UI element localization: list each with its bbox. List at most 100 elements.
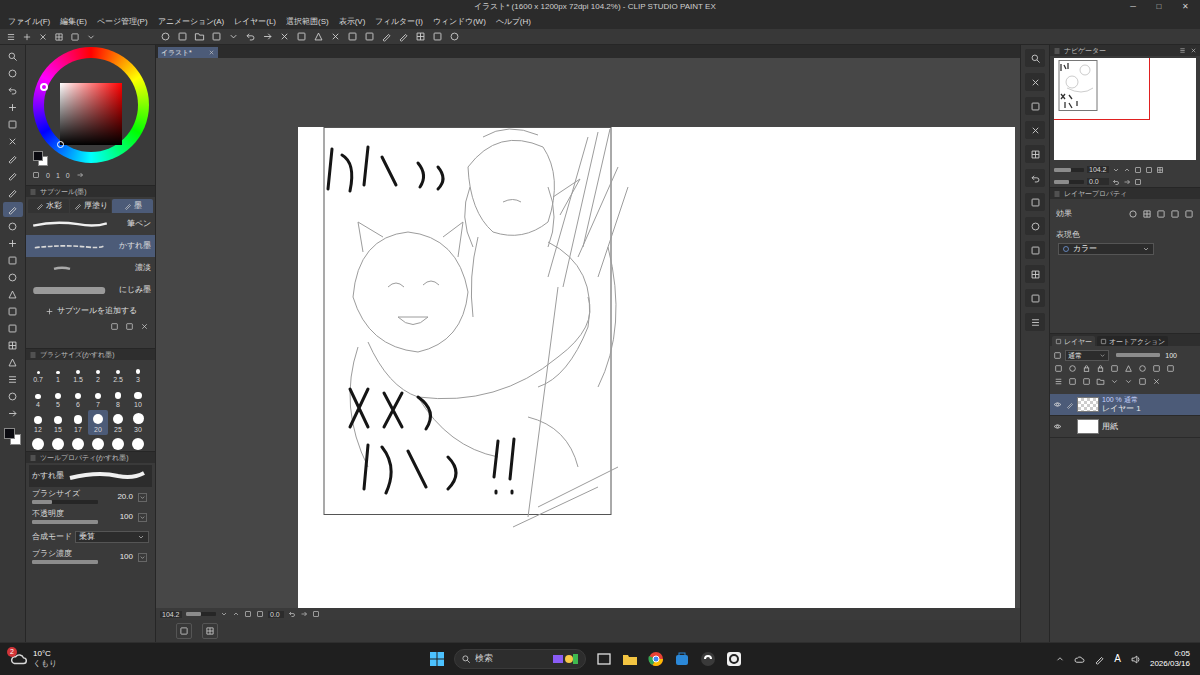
settings-icon[interactable] bbox=[70, 32, 80, 42]
brush-size-cell[interactable] bbox=[68, 435, 88, 451]
mask-icon[interactable] bbox=[1110, 364, 1119, 373]
palette-button[interactable] bbox=[1025, 289, 1045, 307]
tool-button[interactable] bbox=[3, 134, 23, 149]
delete-icon[interactable] bbox=[140, 322, 149, 331]
document-tab[interactable]: イラスト* bbox=[158, 47, 218, 58]
brush-size-cell[interactable]: 17 bbox=[68, 410, 88, 435]
clip-paint-icon[interactable] bbox=[726, 651, 742, 667]
tab-icon[interactable] bbox=[1055, 338, 1062, 345]
split-icon[interactable] bbox=[1030, 317, 1041, 328]
layer-name[interactable]: 用紙 bbox=[1102, 423, 1118, 431]
mask-add-icon[interactable] bbox=[1138, 377, 1147, 386]
menu-item[interactable]: ウィンドウ(W) bbox=[433, 18, 486, 26]
menu-item[interactable]: ページ管理(P) bbox=[97, 18, 148, 26]
brush-size-cell[interactable] bbox=[128, 435, 148, 451]
nav-actual-icon[interactable] bbox=[1145, 166, 1153, 174]
nav-zoom-out-icon[interactable] bbox=[1112, 166, 1120, 174]
color-chips-panel[interactable] bbox=[33, 151, 49, 167]
brush-size-cell[interactable]: 25 bbox=[108, 410, 128, 435]
tool-button[interactable] bbox=[3, 355, 23, 370]
tool-button[interactable] bbox=[3, 49, 23, 64]
menu-item[interactable]: 編集(E) bbox=[60, 18, 87, 26]
tool-button[interactable] bbox=[3, 406, 23, 421]
weather-widget[interactable]: 210°Cくもり bbox=[0, 650, 430, 668]
tool-button[interactable] bbox=[3, 219, 23, 234]
layer-color-icon[interactable] bbox=[1156, 209, 1166, 219]
save-icon[interactable] bbox=[211, 31, 222, 42]
border-effect-icon[interactable] bbox=[1128, 209, 1138, 219]
slider-track[interactable] bbox=[32, 520, 98, 524]
canvas-view[interactable] bbox=[156, 58, 1020, 608]
history-icon[interactable] bbox=[1030, 173, 1041, 184]
undo-icon[interactable] bbox=[245, 31, 256, 42]
ref-icon[interactable] bbox=[1068, 364, 1077, 373]
flip-icon[interactable] bbox=[312, 610, 320, 618]
menu-item[interactable]: アニメーション(A) bbox=[158, 18, 225, 26]
subtool-group-tab[interactable]: 水彩 bbox=[28, 199, 69, 213]
window-control-button[interactable]: ─ bbox=[1128, 3, 1138, 11]
brush-size-cell[interactable]: 12 bbox=[28, 410, 48, 435]
magic-wand-icon[interactable] bbox=[7, 136, 18, 147]
palette-icon[interactable] bbox=[1062, 245, 1070, 253]
clip-icon[interactable] bbox=[1054, 364, 1063, 373]
lock-icon[interactable] bbox=[1082, 364, 1091, 373]
subtool-item[interactable]: かすれ墨 bbox=[26, 235, 155, 257]
spin-icon[interactable] bbox=[139, 494, 146, 501]
layer-color-icon[interactable] bbox=[1152, 364, 1161, 373]
spin-button[interactable] bbox=[138, 493, 147, 502]
slider-track[interactable] bbox=[186, 612, 216, 616]
search-icon[interactable] bbox=[461, 654, 471, 664]
close-panel-icon[interactable] bbox=[1030, 125, 1041, 136]
material-icon[interactable] bbox=[1030, 149, 1041, 160]
edit-target-cell[interactable] bbox=[1065, 422, 1074, 431]
transfer-icon[interactable] bbox=[1110, 377, 1119, 386]
move-icon[interactable] bbox=[7, 102, 18, 113]
palette-menu-icon[interactable] bbox=[29, 188, 37, 196]
blend-icon[interactable] bbox=[7, 272, 18, 283]
new-vector-icon[interactable] bbox=[1082, 377, 1091, 386]
palette-button[interactable] bbox=[1025, 49, 1045, 67]
view-button[interactable] bbox=[176, 623, 192, 639]
palette-button[interactable] bbox=[1025, 265, 1045, 283]
tool-button[interactable] bbox=[3, 202, 23, 217]
expression-color-select[interactable]: カラー bbox=[1058, 243, 1154, 255]
brush-size-cell[interactable] bbox=[108, 435, 128, 451]
duplicate-icon[interactable] bbox=[125, 322, 134, 331]
layer-name[interactable]: レイヤー 1 bbox=[1102, 405, 1141, 413]
fit-icon[interactable] bbox=[244, 610, 252, 618]
tool-button[interactable] bbox=[3, 100, 23, 115]
frame-icon[interactable] bbox=[7, 340, 18, 351]
zoom-value[interactable]: 104.2 bbox=[1087, 166, 1109, 173]
rotate-left-icon[interactable] bbox=[288, 610, 296, 618]
extract-line-icon[interactable] bbox=[1184, 209, 1194, 219]
brush-group-icon[interactable] bbox=[74, 202, 82, 210]
copy-icon[interactable] bbox=[110, 322, 119, 331]
brush-size-cell[interactable]: 30 bbox=[128, 410, 148, 435]
brush-group-icon[interactable] bbox=[36, 202, 44, 210]
nav-zoom-in-icon[interactable] bbox=[1123, 166, 1131, 174]
property-value[interactable]: 100 bbox=[111, 513, 133, 521]
rotate-right-icon[interactable] bbox=[300, 610, 308, 618]
subtool-item[interactable]: にじみ墨 bbox=[26, 279, 155, 301]
brush-size-cell[interactable]: 10 bbox=[128, 385, 148, 410]
palette-button[interactable] bbox=[1025, 121, 1045, 139]
navigator-preview[interactable] bbox=[1054, 58, 1196, 160]
tool-button[interactable] bbox=[3, 287, 23, 302]
tool-button[interactable] bbox=[3, 338, 23, 353]
brush-size-cell[interactable]: 8 bbox=[108, 385, 128, 410]
subtool-group-tab[interactable]: 墨 bbox=[112, 199, 153, 213]
saturation-value-square[interactable] bbox=[60, 83, 122, 145]
pen-target-icon[interactable] bbox=[1066, 401, 1074, 409]
delete-layer-icon[interactable] bbox=[1152, 377, 1161, 386]
palette-menu-icon[interactable] bbox=[29, 454, 37, 462]
palette-button[interactable] bbox=[1025, 73, 1045, 91]
tool-button[interactable] bbox=[3, 117, 23, 132]
brush-size-cell[interactable]: 3 bbox=[128, 360, 148, 385]
balloon-icon[interactable] bbox=[7, 391, 18, 402]
nav-full-icon[interactable] bbox=[1156, 166, 1164, 174]
palette-menu-icon[interactable] bbox=[1053, 47, 1061, 55]
selection-icon[interactable] bbox=[7, 119, 18, 130]
layer-row[interactable]: 用紙 bbox=[1050, 416, 1200, 438]
slider-track[interactable] bbox=[32, 560, 98, 564]
spin-icon[interactable] bbox=[139, 554, 146, 561]
